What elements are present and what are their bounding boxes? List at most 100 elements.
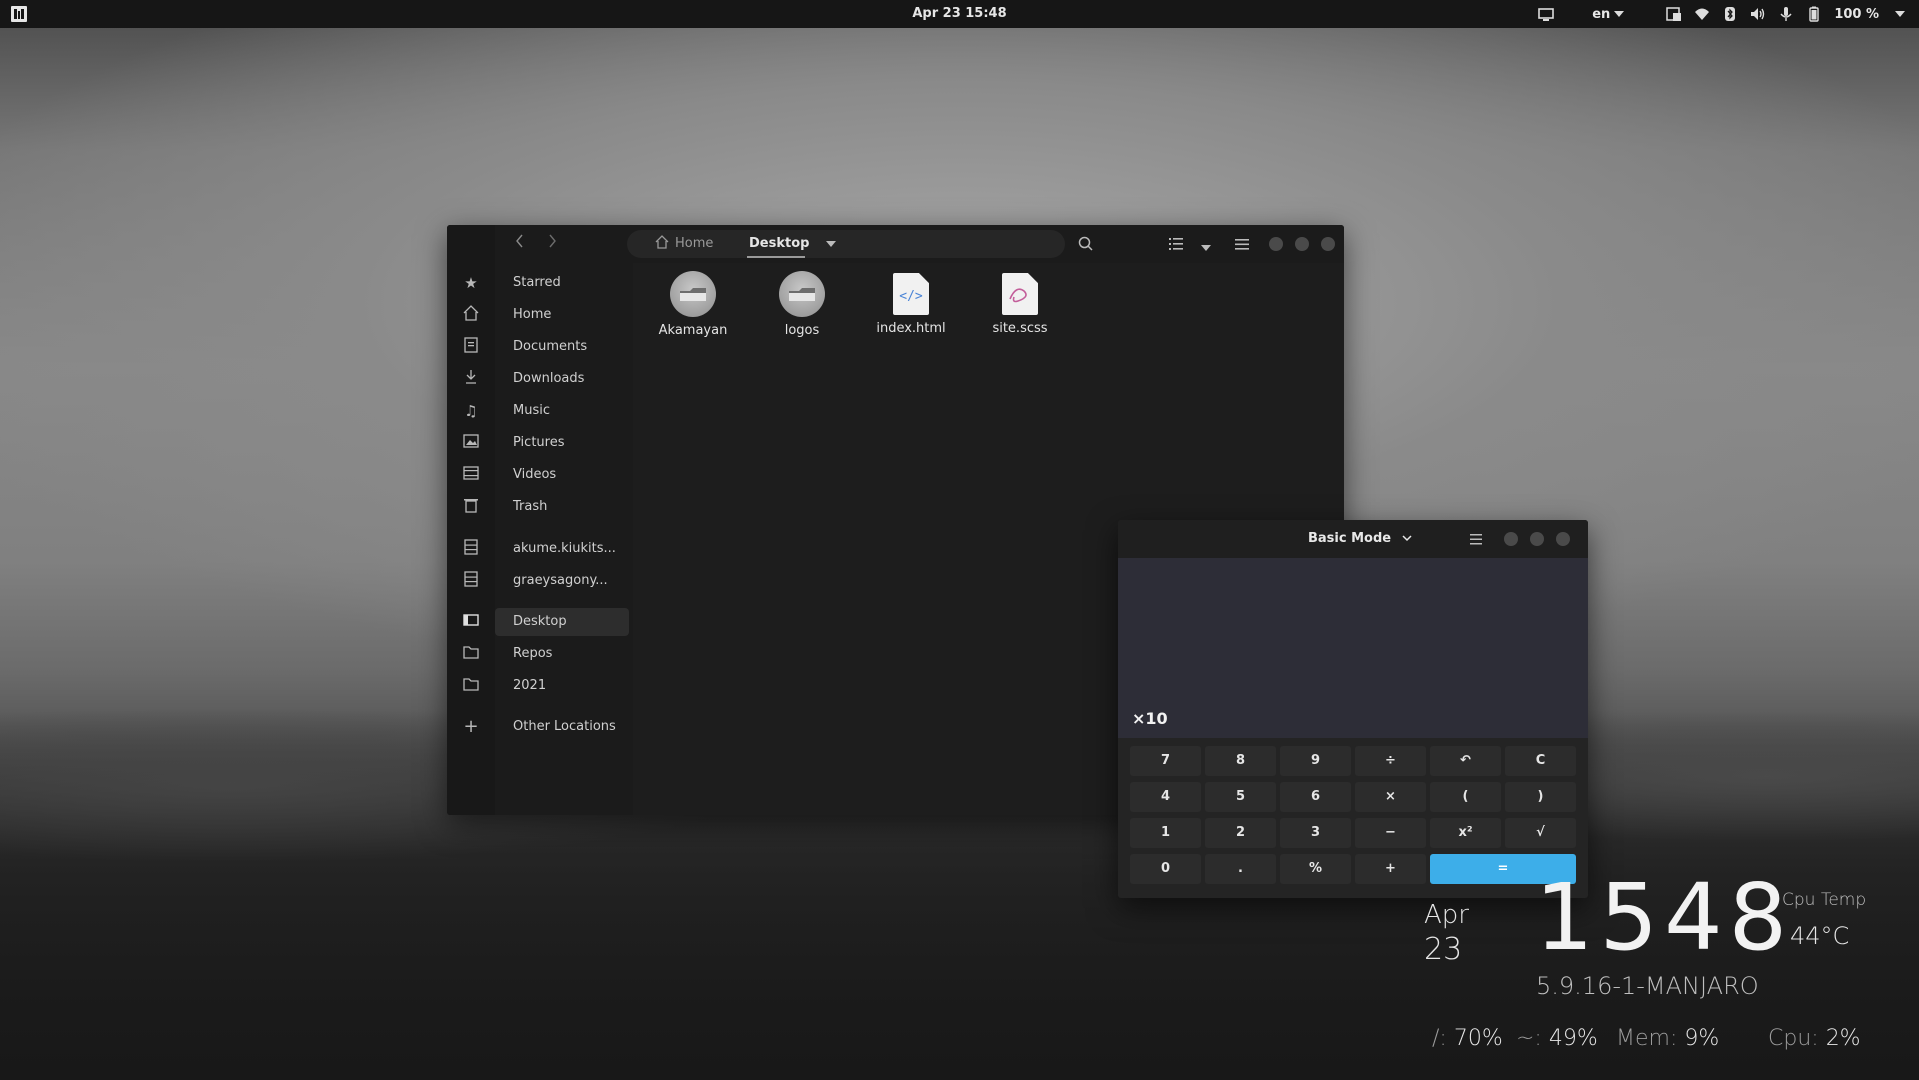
stat-value: 70% — [1453, 1026, 1503, 1051]
file-item[interactable]: logos — [752, 271, 852, 338]
key-decimal[interactable]: . — [1205, 854, 1276, 884]
sidebar-item-videos[interactable]: Videos — [495, 461, 629, 489]
search-icon[interactable] — [1077, 235, 1095, 253]
key-add[interactable]: + — [1355, 854, 1426, 884]
key-4[interactable]: 4 — [1130, 782, 1201, 812]
home-icon — [655, 235, 669, 249]
sidebar-item-starred[interactable]: Starred — [495, 269, 629, 297]
file-name: logos — [784, 323, 820, 338]
music-icon: ♫ — [464, 402, 478, 420]
key-7[interactable]: 7 — [1130, 746, 1201, 776]
wifi-icon[interactable] — [1694, 6, 1710, 22]
html-file-icon: </> — [893, 273, 929, 315]
battery-percentage: 100 % — [1834, 6, 1879, 22]
key-divide[interactable]: ÷ — [1355, 746, 1426, 776]
display-icon[interactable] — [1666, 6, 1682, 22]
key-open-paren[interactable]: ( — [1430, 782, 1501, 812]
key-2[interactable]: 2 — [1205, 818, 1276, 848]
chevron-down-icon[interactable] — [1197, 237, 1215, 255]
places-sidebar: Starred Home Documents Downloads Music P… — [495, 263, 634, 815]
sidebar-item-music[interactable]: Music — [495, 397, 629, 425]
folder-icon — [461, 644, 481, 664]
key-percent[interactable]: % — [1280, 854, 1351, 884]
close-button[interactable] — [1321, 237, 1335, 251]
key-square[interactable]: x² — [1430, 818, 1501, 848]
chevron-down-icon[interactable] — [825, 240, 836, 247]
calculator-window: Basic Mode ×10 7 8 9 ÷ ↶ C 4 5 6 × ( ) 1… — [1118, 520, 1588, 898]
key-3[interactable]: 3 — [1280, 818, 1351, 848]
close-button[interactable] — [1556, 532, 1570, 546]
stat-value: 49% — [1548, 1026, 1598, 1051]
star-icon: ★ — [464, 274, 478, 292]
minimize-button[interactable] — [1269, 237, 1283, 251]
battery-icon[interactable] — [1806, 6, 1822, 22]
key-sqrt[interactable]: √ — [1505, 818, 1576, 848]
stat-label: /: — [1432, 1026, 1447, 1051]
back-icon[interactable] — [511, 234, 529, 252]
language-indicator[interactable]: en — [1592, 7, 1625, 22]
menu-icon[interactable] — [1468, 531, 1484, 551]
stat-label: ~: — [1516, 1026, 1542, 1051]
system-tray: en 100 % — [1538, 4, 1905, 24]
conky-stat-root: /: 70% — [1432, 1026, 1503, 1051]
sidebar-item-home[interactable]: Home — [495, 301, 629, 329]
key-1[interactable]: 1 — [1130, 818, 1201, 848]
svg-text:</>: </> — [899, 289, 923, 304]
sidebar-item-documents[interactable]: Documents — [495, 333, 629, 361]
menu-icon[interactable] — [1233, 235, 1251, 253]
file-name: index.html — [876, 321, 946, 336]
chevron-down-icon — [1402, 535, 1412, 542]
key-subtract[interactable]: − — [1355, 818, 1426, 848]
screen-icon[interactable] — [1538, 6, 1555, 22]
volume-icon[interactable] — [1750, 6, 1766, 22]
plus-icon: + — [463, 716, 479, 737]
scss-file-icon — [1002, 273, 1038, 315]
path-bar: Home Desktop — [627, 230, 1065, 258]
key-0[interactable]: 0 — [1130, 854, 1201, 884]
file-item[interactable]: </> index.html — [861, 271, 961, 336]
videos-icon — [461, 465, 481, 485]
view-list-icon[interactable] — [1167, 235, 1185, 253]
desktop-icon — [461, 612, 481, 632]
sidebar-item-network-1[interactable]: akume.kiukits... — [495, 535, 629, 563]
maximize-button[interactable] — [1295, 237, 1309, 251]
trash-icon — [461, 497, 481, 517]
breadcrumb-desktop[interactable]: Desktop — [749, 230, 836, 258]
key-9[interactable]: 9 — [1280, 746, 1351, 776]
forward-icon[interactable] — [543, 234, 561, 252]
sidebar-item-downloads[interactable]: Downloads — [495, 365, 629, 393]
sidebar-item-pictures[interactable]: Pictures — [495, 429, 629, 457]
microphone-icon[interactable] — [1778, 6, 1794, 22]
expression-text: ×10 — [1132, 709, 1168, 728]
bluetooth-icon[interactable] — [1722, 6, 1738, 22]
conky-month: Apr — [1424, 900, 1469, 930]
downloads-icon — [461, 369, 481, 389]
breadcrumb-home[interactable]: Home — [655, 230, 713, 258]
minimize-button[interactable] — [1504, 532, 1518, 546]
sidebar-item-repos[interactable]: Repos — [495, 640, 629, 668]
sidebar-item-other-locations[interactable]: Other Locations — [495, 713, 629, 741]
key-5[interactable]: 5 — [1205, 782, 1276, 812]
file-item[interactable]: Akamayan — [643, 271, 743, 338]
chevron-down-icon[interactable] — [1895, 11, 1905, 17]
stat-value: 9% — [1684, 1026, 1720, 1051]
home-icon — [461, 305, 481, 325]
key-multiply[interactable]: × — [1355, 782, 1426, 812]
key-6[interactable]: 6 — [1280, 782, 1351, 812]
calculator-display[interactable]: ×10 — [1118, 558, 1588, 738]
sidebar-item-network-2[interactable]: graeysagony... — [495, 567, 629, 595]
sidebar-item-2021[interactable]: 2021 — [495, 672, 629, 700]
calculator-headerbar: Basic Mode — [1118, 520, 1588, 558]
key-undo[interactable]: ↶ — [1430, 746, 1501, 776]
key-8[interactable]: 8 — [1205, 746, 1276, 776]
mode-selector[interactable]: Basic Mode — [1308, 520, 1412, 558]
key-clear[interactable]: C — [1505, 746, 1576, 776]
file-name: site.scss — [992, 321, 1048, 336]
maximize-button[interactable] — [1530, 532, 1544, 546]
sidebar-item-desktop[interactable]: Desktop — [495, 608, 629, 636]
file-item[interactable]: site.scss — [970, 271, 1070, 336]
pictures-icon — [461, 433, 481, 453]
sidebar-item-trash[interactable]: Trash — [495, 493, 629, 521]
network-drive-icon — [461, 539, 481, 559]
key-close-paren[interactable]: ) — [1505, 782, 1576, 812]
